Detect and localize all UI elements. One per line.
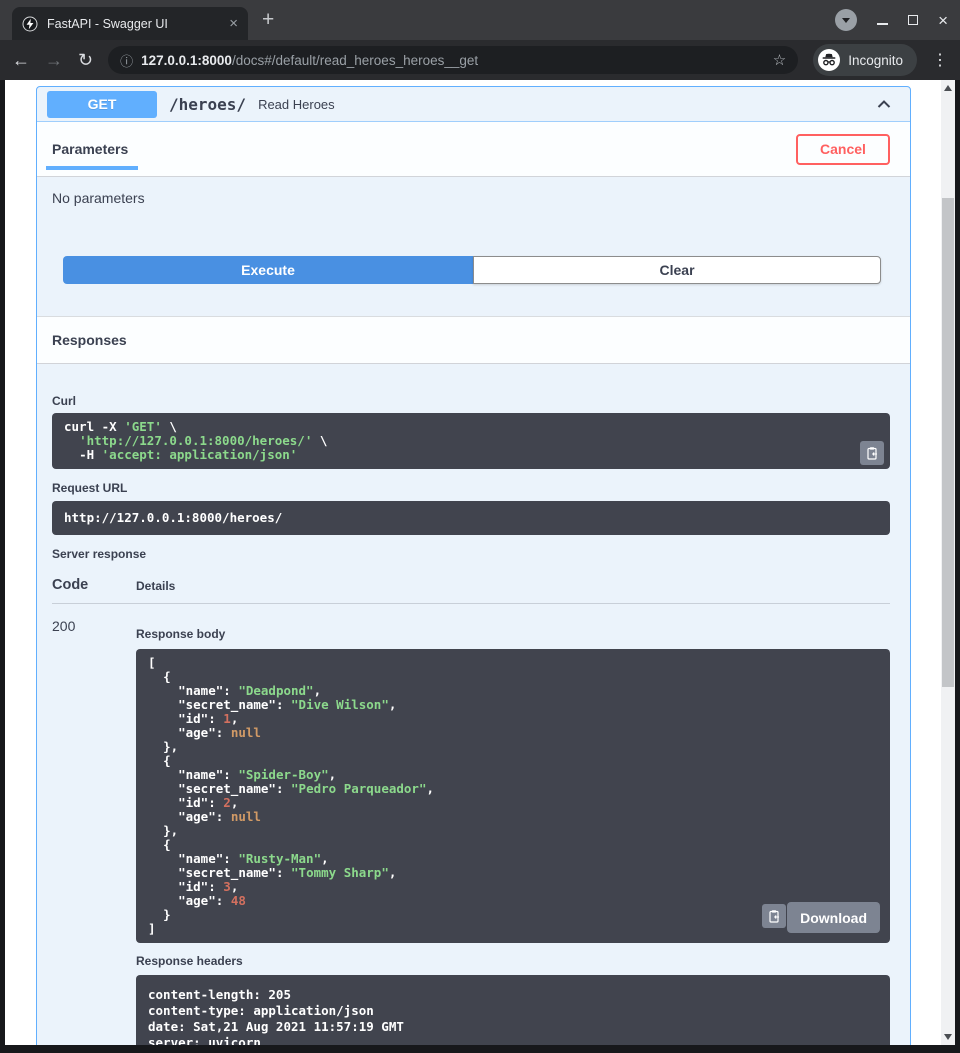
endpoint-summary: Read Heroes	[258, 97, 335, 112]
copy-curl-button[interactable]	[860, 441, 884, 465]
curl-command-text: curl -X 'GET' \ 'http://127.0.0.1:8000/h…	[64, 419, 327, 462]
tab-strip: FastAPI - Swagger UI × + ×	[0, 0, 960, 40]
execute-row: Execute Clear	[63, 256, 881, 284]
download-button[interactable]: Download	[787, 902, 880, 933]
response-table-header: Code Details	[52, 577, 890, 604]
incognito-icon	[818, 49, 840, 71]
execute-button[interactable]: Execute	[63, 256, 473, 284]
url-bar[interactable]: ⓘ 127.0.0.1:8000/docs#/default/read_hero…	[108, 46, 798, 74]
clipboard-icon	[767, 909, 781, 923]
response-body-label: Response body	[136, 618, 890, 641]
response-row-200: 200 Response body [ { "name": "Deadpond"…	[52, 618, 890, 1045]
reload-icon[interactable]: ↻	[78, 51, 93, 69]
browser-window: FastAPI - Swagger UI × + × ← → ↻ ⓘ 127.0…	[0, 0, 960, 1053]
browser-menu-icon[interactable]: ⋮	[932, 50, 948, 70]
response-body-json: [ { "name": "Deadpond", "secret_name": "…	[148, 655, 434, 936]
request-url-value: http://127.0.0.1:8000/heroes/	[52, 501, 890, 535]
url-host: 127.0.0.1:8000	[141, 53, 232, 68]
parameters-body: No parameters Execute Clear	[37, 177, 910, 316]
responses-title: Responses	[52, 332, 127, 348]
curl-label: Curl	[52, 364, 890, 408]
http-method-badge: GET	[47, 91, 157, 118]
endpoint-path: /heroes/	[169, 95, 246, 114]
scroll-up-icon[interactable]	[944, 85, 952, 91]
responses-header: Responses	[37, 316, 910, 364]
chevron-up-icon[interactable]	[874, 94, 894, 114]
site-info-icon[interactable]: ⓘ	[120, 51, 133, 70]
url-path: /docs#/default/read_heroes_heroes__get	[232, 53, 478, 68]
maximize-button[interactable]	[908, 15, 918, 25]
browser-tab[interactable]: FastAPI - Swagger UI ×	[12, 7, 248, 40]
tab-title: FastAPI - Swagger UI	[47, 17, 220, 31]
clipboard-icon	[865, 446, 879, 460]
response-body-block: [ { "name": "Deadpond", "secret_name": "…	[136, 649, 890, 943]
swagger-content: GET /heroes/ Read Heroes Parameters Canc…	[5, 80, 941, 1045]
scroll-down-icon[interactable]	[944, 1034, 952, 1040]
tab-search-icon[interactable]	[835, 9, 857, 31]
curl-command: curl -X 'GET' \ 'http://127.0.0.1:8000/h…	[52, 413, 890, 469]
new-tab-button[interactable]: +	[262, 10, 274, 30]
forward-icon[interactable]: →	[45, 51, 63, 69]
back-icon[interactable]: ←	[12, 51, 30, 69]
close-window-button[interactable]: ×	[938, 12, 948, 29]
details-column-header: Details	[136, 579, 175, 593]
page-scrollbar[interactable]	[941, 80, 955, 1045]
opblock-summary[interactable]: GET /heroes/ Read Heroes	[37, 87, 910, 122]
server-response-label: Server response	[52, 535, 890, 561]
request-url-label: Request URL	[52, 469, 890, 495]
browser-toolbar: ← → ↻ ⓘ 127.0.0.1:8000/docs#/default/rea…	[0, 40, 960, 80]
bookmark-star-icon[interactable]: ☆	[773, 51, 786, 69]
server-response-table: Code Details 200 Response body [ { "name…	[52, 577, 890, 1045]
scrollbar-thumb[interactable]	[942, 198, 954, 687]
opblock-get-heroes: GET /heroes/ Read Heroes Parameters Canc…	[36, 86, 911, 1045]
cancel-button[interactable]: Cancel	[796, 134, 890, 165]
tab-close-icon[interactable]: ×	[229, 16, 238, 31]
response-headers-label: Response headers	[136, 943, 890, 968]
copy-response-button[interactable]	[762, 904, 786, 928]
active-tab-underline	[46, 166, 138, 170]
clear-button[interactable]: Clear	[473, 256, 881, 284]
no-parameters-text: No parameters	[52, 190, 890, 206]
responses-body: Curl curl -X 'GET' \ 'http://127.0.0.1:8…	[37, 364, 910, 1045]
incognito-label: Incognito	[848, 53, 903, 68]
page-viewport: GET /heroes/ Read Heroes Parameters Canc…	[5, 80, 955, 1045]
fastapi-favicon-icon	[22, 16, 38, 32]
code-column-header: Code	[52, 577, 136, 593]
window-controls: ×	[835, 0, 948, 40]
url-text: 127.0.0.1:8000/docs#/default/read_heroes…	[141, 53, 765, 68]
tab-parameters: Parameters	[52, 141, 128, 157]
response-details: Response body [ { "name": "Deadpond", "s…	[136, 618, 890, 1045]
response-headers-block: content-length: 205 content-type: applic…	[136, 975, 890, 1045]
incognito-badge: Incognito	[813, 44, 917, 76]
status-code: 200	[52, 618, 136, 1045]
minimize-button[interactable]	[877, 23, 888, 25]
parameters-header: Parameters Cancel	[37, 122, 910, 177]
